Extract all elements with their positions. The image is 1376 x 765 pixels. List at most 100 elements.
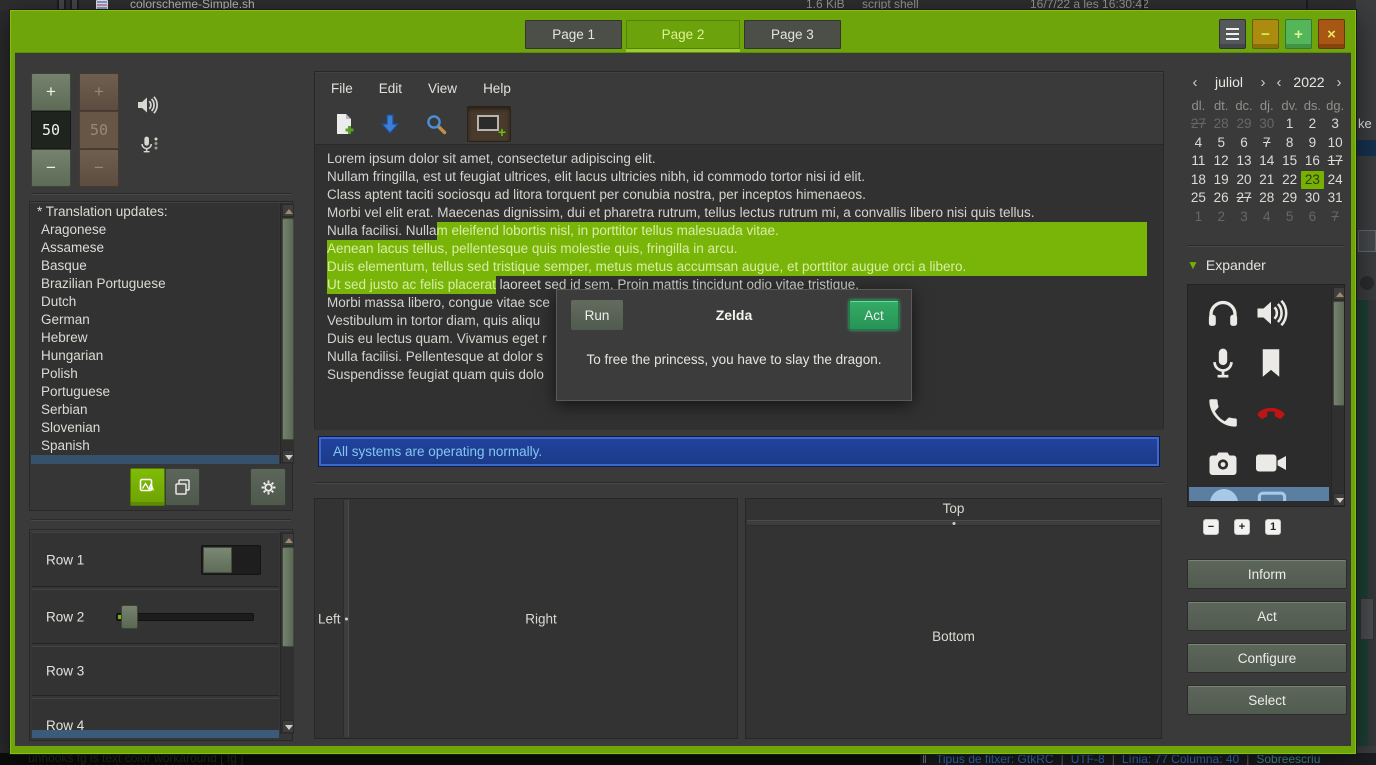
calendar-day[interactable]: 4 [1255, 208, 1278, 227]
translation-list[interactable]: * Translation updates:AragoneseAssameseB… [31, 203, 279, 464]
camera-icon[interactable] [1205, 445, 1241, 481]
calendar-day[interactable]: 15 [1278, 152, 1301, 171]
translation-item[interactable]: Hebrew [31, 329, 279, 347]
calendar-day[interactable]: 12 [1210, 152, 1233, 171]
prev-year-button[interactable]: ‹ [1271, 74, 1287, 91]
headphones-icon[interactable] [1205, 295, 1241, 331]
save-download-button[interactable] [375, 109, 405, 139]
next-month-button[interactable]: › [1255, 74, 1271, 91]
calendar-day[interactable]: 31 [1324, 189, 1347, 208]
calendar-day[interactable]: 28 [1210, 115, 1233, 134]
configure-button[interactable]: Configure [1187, 643, 1347, 673]
calendar-day[interactable]: 1 [1187, 208, 1210, 227]
mini-button-−[interactable]: − [1203, 519, 1219, 535]
calendar-day[interactable]: 25 [1187, 189, 1210, 208]
scroll-down-button[interactable] [282, 450, 294, 463]
translation-item-partial[interactable] [31, 455, 279, 464]
calendar-day-selected[interactable]: 23 [1301, 171, 1324, 190]
calendar-day[interactable]: 6 [1233, 134, 1256, 153]
translate-toggle-button[interactable]: A [130, 468, 165, 506]
scrollbar-thumb[interactable] [282, 547, 294, 647]
titlebar[interactable]: Page 1Page 2Page 3 − + × [15, 11, 1351, 52]
iconview-scrollbar[interactable] [1331, 286, 1345, 507]
calendar-day[interactable]: 29 [1278, 189, 1301, 208]
scroll-down-button[interactable] [282, 720, 294, 733]
list-row-2[interactable]: Row 2 [32, 589, 279, 644]
calendar-day[interactable]: 9 [1301, 134, 1324, 153]
prev-month-button[interactable]: ‹ [1187, 74, 1203, 91]
calendar-day[interactable]: 24 [1324, 171, 1347, 190]
translation-item[interactable]: Aragonese [31, 221, 279, 239]
slider-handle[interactable] [121, 605, 138, 629]
person-icon-partial[interactable] [1207, 489, 1241, 501]
volume-icon[interactable] [1253, 295, 1289, 331]
menu-file[interactable]: File [331, 81, 353, 96]
act-button[interactable]: Act [1187, 601, 1347, 631]
translation-item[interactable]: Polish [31, 365, 279, 383]
window-menu-button[interactable] [1219, 19, 1246, 49]
scroll-up-button[interactable] [282, 204, 294, 217]
calendar-day[interactable]: 16 [1301, 152, 1324, 171]
translation-item[interactable]: Spanish [31, 437, 279, 455]
menu-help[interactable]: Help [483, 81, 511, 96]
translation-item[interactable]: Hungarian [31, 347, 279, 365]
calendar-day[interactable]: 13 [1233, 152, 1256, 171]
calendar-day[interactable]: 29 [1233, 115, 1256, 134]
translation-item[interactable]: Brazilian Portuguese [31, 275, 279, 293]
tab-page-2[interactable]: Page 2 [626, 20, 740, 49]
select-button[interactable]: Select [1187, 685, 1347, 715]
spin-increment-button[interactable]: + [31, 73, 71, 111]
next-year-button[interactable]: › [1331, 74, 1347, 91]
calendar-day[interactable]: 7 [1255, 134, 1278, 153]
toggle-switch[interactable] [201, 545, 261, 575]
duplicate-button[interactable] [165, 468, 200, 506]
minimize-button[interactable]: − [1252, 19, 1279, 49]
calendar-day[interactable]: 26 [1210, 189, 1233, 208]
menu-edit[interactable]: Edit [379, 81, 402, 96]
scrollbar-thumb[interactable] [282, 218, 294, 440]
inform-button[interactable]: Inform [1187, 559, 1347, 589]
calendar-day[interactable]: 5 [1278, 208, 1301, 227]
close-button[interactable]: × [1318, 19, 1345, 49]
calendar-day[interactable]: 11 [1187, 152, 1210, 171]
spin-value[interactable]: 50 [31, 111, 71, 149]
calendar-day[interactable]: 7 [1324, 208, 1347, 227]
rows-scrollbar[interactable] [280, 532, 294, 734]
maximize-button[interactable]: + [1285, 19, 1312, 49]
pane-splitter-vertical[interactable] [343, 500, 349, 737]
calendar-day[interactable]: 4 [1187, 134, 1210, 153]
new-document-button[interactable] [329, 109, 359, 139]
slider[interactable] [116, 613, 254, 621]
calendar-day[interactable]: 18 [1187, 171, 1210, 190]
bookmark-icon[interactable] [1253, 345, 1289, 381]
calendar-day[interactable]: 8 [1278, 134, 1301, 153]
translation-scrollbar[interactable] [280, 203, 294, 464]
translation-item[interactable]: Portuguese [31, 383, 279, 401]
tab-page-1[interactable]: Page 1 [525, 20, 622, 49]
calendar-day[interactable]: 2 [1301, 115, 1324, 134]
calendar-day[interactable]: 10 [1324, 134, 1347, 153]
settings-button[interactable] [250, 468, 286, 506]
calendar-day[interactable]: 3 [1233, 208, 1256, 227]
find-button[interactable] [421, 109, 451, 139]
phone-icon[interactable] [1205, 395, 1241, 431]
translation-item[interactable]: Serbian [31, 401, 279, 419]
monitor-icon-partial[interactable] [1255, 489, 1289, 501]
calendar-day[interactable]: 2 [1210, 208, 1233, 227]
calendar-day[interactable]: 1 [1278, 115, 1301, 134]
scrollbar-thumb[interactable] [1333, 301, 1345, 406]
translation-item[interactable]: Basque [31, 257, 279, 275]
scroll-down-button[interactable] [1333, 493, 1345, 506]
pane-splitter-horizontal[interactable] [747, 520, 1160, 526]
toggle-knob[interactable] [203, 547, 232, 573]
calendar-day[interactable]: 19 [1210, 171, 1233, 190]
calendar-day[interactable]: 3 [1324, 115, 1347, 134]
calendar-day[interactable]: 28 [1255, 189, 1278, 208]
calendar-day[interactable]: 22 [1278, 171, 1301, 190]
mini-button-1[interactable]: 1 [1265, 519, 1281, 535]
calendar-day[interactable]: 21 [1255, 171, 1278, 190]
calendar-day[interactable]: 30 [1301, 189, 1324, 208]
calendar-day[interactable]: 6 [1301, 208, 1324, 227]
list-row-1[interactable]: Row 1 [32, 532, 279, 587]
menu-view[interactable]: View [428, 81, 457, 96]
